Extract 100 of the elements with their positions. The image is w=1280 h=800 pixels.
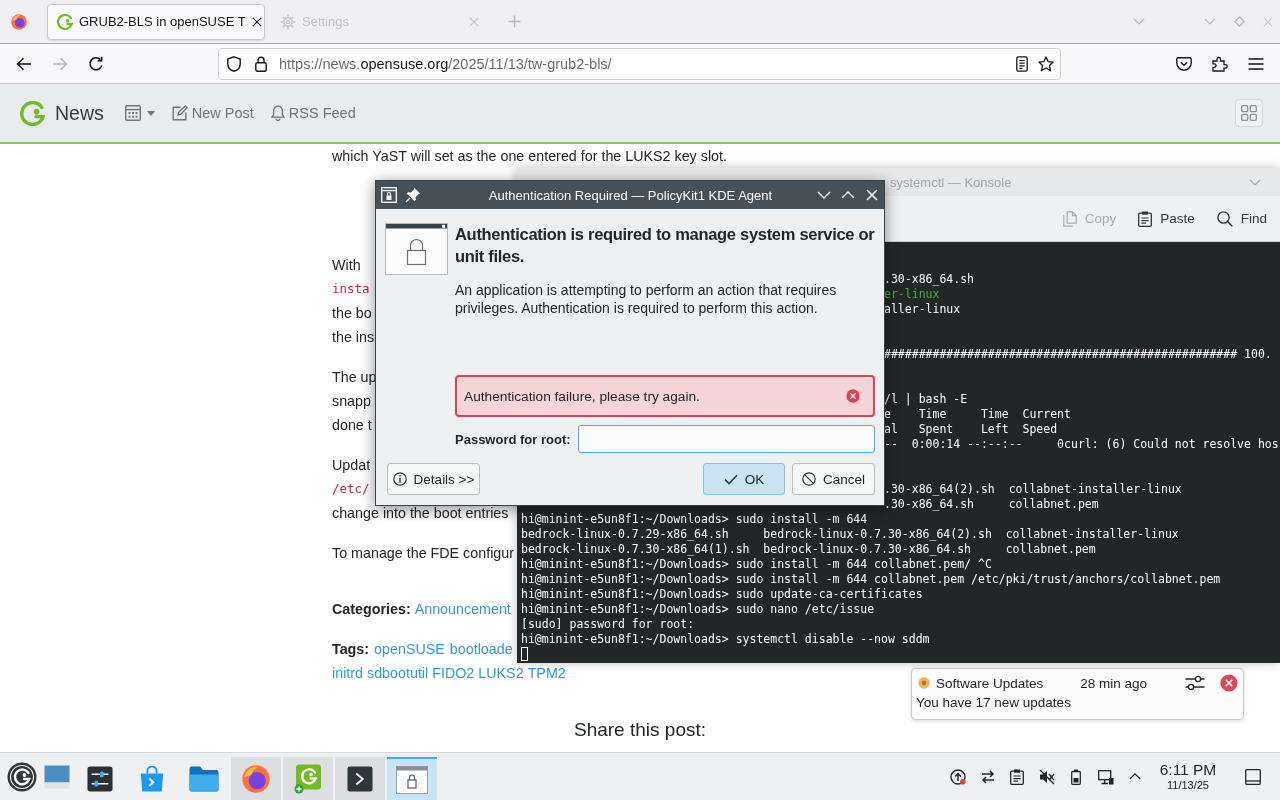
chevron-down-icon [1249,178,1261,186]
window-lock-icon [381,187,397,203]
terminal-line: [sudo] password for root: [521,617,695,632]
clipboard-icon [1138,210,1153,227]
article-text: Updat [332,456,371,475]
lock-icon [255,55,267,72]
nav-link[interactable]: RSS Feed [270,105,356,121]
terminal-line: hi@minint-e5un8f1:~/Downloads> sudo update-ca-certificates [521,587,923,602]
edit-icon [171,105,188,121]
battery-icon [1071,768,1082,785]
copy-icon [1062,210,1077,227]
code-text: insta [332,280,370,298]
address-bar[interactable]: https://news.opensuse.org/2025/11/13/tw-grub2-bls/ [218,47,1061,80]
browser-tab[interactable]: GRUB2-BLS in openSUSE T [47,3,265,40]
terminal-line: .30-x86_64(2).sh collabnet-installer-linux [884,482,1182,497]
calendar-menu-button[interactable] [124,105,155,121]
dialog-message: An application is attempting to perform an action that requires privileges. Authentication is required to perform this action. [455,281,838,317]
browser-logo-icon [242,764,270,793]
tag-link[interactable]: LUKS2 [478,661,524,685]
puzzle-icon [1212,55,1228,72]
plus-icon [507,15,521,28]
grid-icon [1241,105,1257,121]
terminal-line: .30-x86_64.sh collabnet.pem [884,497,1099,512]
tag-link[interactable]: initrd [332,661,363,685]
folder-icon [189,765,219,792]
cancel-button[interactable]: Cancel [792,463,875,495]
terminal-line: hi@minint-e5un8f1:~/Downloads> sudo install -m 644 collabnet.pem /etc/pki/trust/anchors/collabnet.pem [521,572,1221,587]
tag-link[interactable]: openSUSE [374,637,445,661]
terminal-line: bedrock-linux-0.7.30-x86_64(1).sh bedrock-linux-0.7.30-x86_64.sh collabnet.pem [521,542,1096,557]
site-title: News [55,101,104,125]
bell-icon [270,105,285,121]
url-text: https://news.opensuse.org/2025/11/13/tw-grub2-bls/ [279,55,612,72]
cancel-icon [802,472,816,486]
clock-date: 11/13/25 [1167,779,1209,792]
categories-label: Categories: [332,600,411,619]
category-link[interactable]: Announcement [414,597,511,621]
close-button[interactable] [1220,674,1238,692]
desktop-square-icon [1245,768,1261,785]
terminal-line: -- 0:00:14 --:--:-- 0curl: (6) Could not resolve hos [884,437,1279,452]
menu-icon [1248,57,1264,70]
tag-link[interactable]: TPM2 [527,661,566,685]
update-icon [950,768,967,785]
article-text: snapp [332,392,371,411]
close-icon [1263,16,1273,27]
update-badge-icon [918,677,930,689]
monitor-icon [44,764,70,789]
app-logo-icon [294,763,322,794]
terminal-line: er-linux [884,287,940,302]
window-title: systemctl — Konsole [890,174,1012,190]
arrow-left-icon [16,56,32,71]
caret-icon [146,110,155,116]
info-button[interactable]: Details >> [387,463,480,495]
sliders-icon [1185,675,1205,691]
error-message: Authentication failure, please try again. [464,388,700,404]
chevron-down-icon [817,191,831,199]
logo-icon [57,13,73,30]
nav-link[interactable]: New Post [171,105,254,121]
terminal-line: hi@minint-e5un8f1:~/Downloads> sudo install -m 644 collabnet.pem/ ^C [521,557,992,572]
article-text: the ins [332,328,375,347]
terminal-line: ################################################### 100. [884,347,1272,362]
article-text: which YaST will set as the one entered for the LUKS2 key slot. [332,147,727,166]
info-icon [392,472,407,486]
article-text: the bo [332,304,372,323]
shield-icon [227,55,241,72]
star-icon [1038,55,1054,72]
find-button[interactable]: Find [1210,206,1273,231]
article-text: change into the boot entries [332,504,509,523]
share-heading: Share this post: [574,718,706,742]
close-icon [1220,674,1238,692]
dialog-title: Authentication Required — PolicyKit1 KDE Agent [488,187,773,203]
terminal-line: bedrock-linux-0.7.29-x86_64.sh bedrock-linux-0.7.30-x86_64(2).sh collabnet-installer-linux [521,527,1179,542]
close-icon [251,16,262,27]
paste-button[interactable]: Paste [1132,206,1201,231]
dialog-heading: Authentication is required to manage system service or unit files. [455,224,875,267]
article-text: done t [332,416,372,435]
article-text: With [332,256,361,275]
close-button[interactable] [864,187,880,203]
password-field[interactable] [577,425,875,453]
ok-button[interactable]: OK [703,463,785,495]
search-icon [1216,210,1233,227]
terminal-line: al Spent Left Speed [884,422,1058,437]
notification-body: You have 17 new updates [916,695,1071,710]
pin-icon [405,187,421,203]
tag-link[interactable]: sdbootutil [367,661,429,685]
password-label: Password for root: [455,431,571,447]
chevron-up-icon [1129,773,1142,780]
apps-button[interactable] [1235,99,1263,127]
notification-app: Software Updates [936,675,1044,691]
code-text: /etc/ [332,480,370,498]
tag-link[interactable]: FIDO2 [432,661,475,685]
clock-time: 6:11 PM [1159,761,1217,779]
notification-time: 28 min ago [1080,675,1147,691]
arrows-icon [979,768,996,785]
terminal-line: .30-x86_64.sh [884,272,975,287]
document-icon [1016,55,1028,72]
tag-link[interactable]: bootloade [449,637,513,661]
notification-settings-button[interactable] [1185,675,1205,691]
arrow-right-icon [52,56,68,71]
clipboard-icon [1010,768,1025,785]
close-icon [866,189,878,201]
